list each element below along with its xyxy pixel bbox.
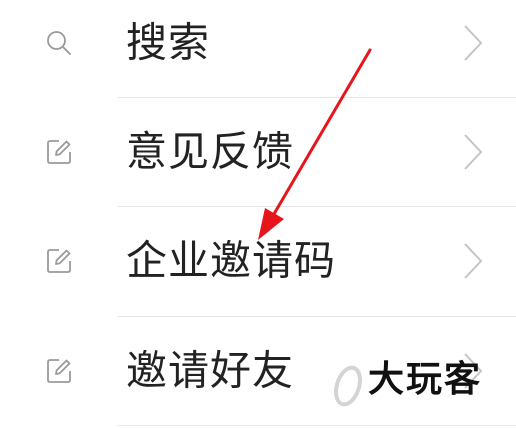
menu-item-enterprise-invite-code[interactable]: 企业邀请码 [0, 206, 516, 316]
menu-item-label: 意见反馈 [126, 127, 294, 176]
menu-item-label: 邀请好友 [126, 346, 294, 395]
edit-icon [44, 356, 74, 386]
chevron-right-icon [462, 23, 484, 63]
menu-item-label: 企业邀请码 [126, 236, 336, 285]
chevron-right-icon [462, 351, 484, 391]
chevron-right-icon [462, 132, 484, 172]
edit-icon [44, 137, 74, 167]
menu-item-search[interactable]: 搜索 [0, 0, 516, 98]
chevron-right-icon [462, 241, 484, 281]
settings-menu: 搜索 意见反馈 企业邀请码 邀请好友 [0, 0, 516, 428]
search-icon [44, 28, 74, 58]
divider [118, 425, 516, 426]
menu-item-invite-friends[interactable]: 邀请好友 [0, 316, 516, 426]
menu-item-feedback[interactable]: 意见反馈 [0, 97, 516, 207]
edit-icon [44, 246, 74, 276]
menu-item-label: 搜索 [126, 18, 210, 67]
